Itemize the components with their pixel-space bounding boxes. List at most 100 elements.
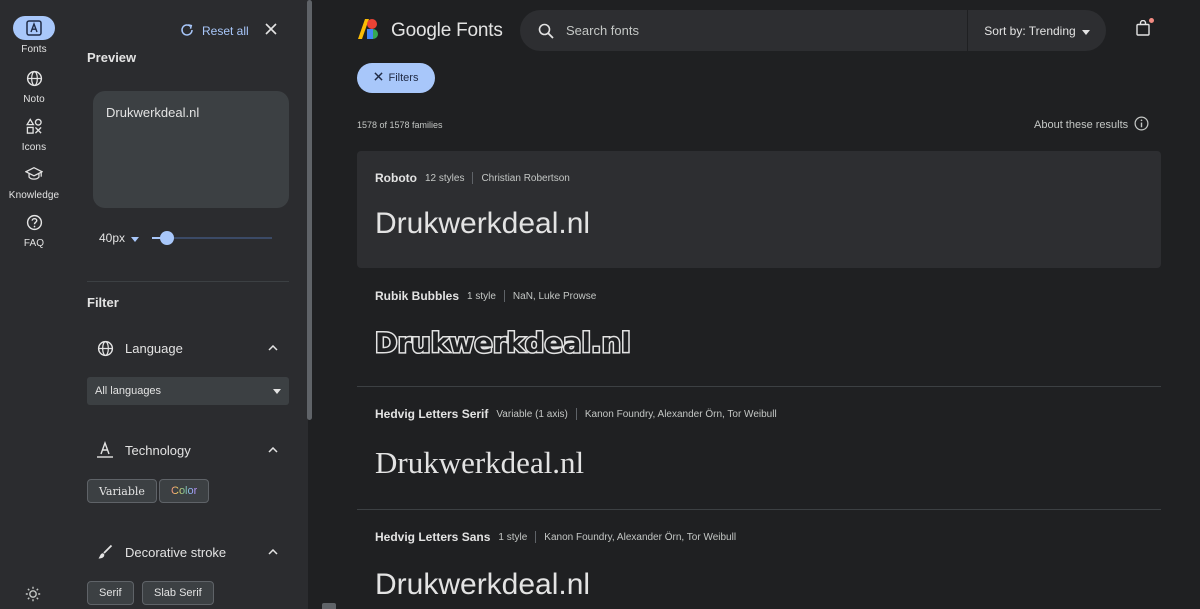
- font-name: Roboto: [375, 171, 417, 185]
- help-icon: [19, 210, 49, 234]
- nav-rail: Fonts Noto Icons Knowledge FAQ: [0, 0, 68, 609]
- main-content: Google Fonts Sort by: Trending Filters 1…: [312, 0, 1200, 609]
- font-size-slider[interactable]: [152, 231, 272, 245]
- color-chip[interactable]: Color: [159, 479, 210, 503]
- results-count: 1578 of 1578 families: [357, 120, 443, 130]
- filter-heading: Filter: [87, 295, 119, 310]
- rail-item-icons[interactable]: Icons: [0, 114, 68, 153]
- language-section-title: Language: [125, 340, 183, 356]
- font-name: Rubik Bubbles: [375, 289, 460, 303]
- school-icon: [19, 162, 49, 186]
- google-fonts-logo-icon: [357, 18, 381, 45]
- font-card-meta: Rubik Bubbles 1 style NaN, Luke Prowse: [375, 289, 596, 303]
- caret-down-icon: [273, 385, 281, 397]
- close-icon: [265, 22, 277, 40]
- font-styles: 12 styles: [424, 172, 465, 184]
- slider-thumb[interactable]: [160, 231, 174, 245]
- search-icon: [528, 23, 564, 39]
- rail-item-faq[interactable]: FAQ: [0, 210, 68, 249]
- reset-all-label: Reset all: [202, 24, 249, 38]
- caret-down-icon: [1081, 24, 1090, 38]
- font-a-icon: [13, 16, 55, 40]
- font-sample: Drukwerkdeal.nl: [374, 327, 632, 361]
- rail-item-fonts[interactable]: Fonts: [0, 16, 68, 55]
- serif-chip[interactable]: Serif: [87, 581, 134, 605]
- font-card-rubik-bubbles[interactable]: Rubik Bubbles 1 style NaN, Luke Prowse D…: [357, 268, 1161, 386]
- search-input[interactable]: [564, 23, 967, 38]
- meta-separator: [472, 172, 474, 184]
- font-size-value: 40px: [99, 231, 126, 245]
- font-technology-icon: [93, 441, 117, 459]
- font-styles: 1 style: [467, 290, 496, 302]
- font-card-meta: Roboto 12 styles Christian Robertson: [375, 171, 570, 185]
- font-size-select[interactable]: 40px: [99, 231, 140, 245]
- brush-icon: [93, 544, 117, 560]
- language-section-header[interactable]: Language: [87, 336, 289, 360]
- caret-down-icon: [131, 231, 140, 245]
- search-bar: Sort by: Trending: [520, 10, 1106, 51]
- filters-label: Filters: [388, 72, 419, 84]
- light-mode-icon[interactable]: [22, 583, 44, 605]
- close-icon: [373, 72, 383, 84]
- rail-label-faq: FAQ: [23, 238, 45, 249]
- close-panel-button[interactable]: [262, 22, 280, 40]
- rail-label-noto: Noto: [23, 94, 45, 105]
- meta-separator: [575, 408, 577, 420]
- font-author: Kanon Foundry, Alexander Örn, Tor Weibul…: [544, 531, 737, 543]
- font-card-hedvig-letters-sans[interactable]: Hedvig Letters Sans 1 style Kanon Foundr…: [357, 510, 1161, 609]
- font-author: NaN, Luke Prowse: [512, 290, 597, 302]
- refresh-icon: [180, 23, 194, 40]
- meta-separator: [535, 531, 537, 543]
- sort-label: Sort by: Trending: [984, 23, 1076, 38]
- rail-item-noto[interactable]: Noto: [0, 66, 68, 105]
- notification-dot: [1149, 18, 1154, 23]
- font-name: Hedvig Letters Serif: [375, 407, 489, 421]
- logo-text: Google Fonts: [391, 20, 503, 41]
- rail-item-knowledge[interactable]: Knowledge: [0, 162, 68, 201]
- font-card-hedvig-letters-serif[interactable]: Hedvig Letters Serif Variable (1 axis) K…: [357, 387, 1161, 509]
- panel-divider: [87, 281, 289, 282]
- font-name: Hedvig Letters Sans: [375, 530, 491, 544]
- font-card-meta: Hedvig Letters Sans 1 style Kanon Foundr…: [375, 530, 736, 544]
- shopping-bag-button[interactable]: [1134, 18, 1154, 39]
- slab-serif-chip[interactable]: Slab Serif: [142, 581, 214, 605]
- preview-text-input[interactable]: Drukwerkdeal.nl: [93, 91, 289, 208]
- font-sample: Drukwerkdeal.nl: [375, 445, 585, 480]
- language-select-value: All languages: [95, 385, 162, 397]
- decorative-stroke-section-title: Decorative stroke: [125, 544, 227, 560]
- google-fonts-logo[interactable]: Google Fonts: [357, 18, 503, 44]
- filters-button[interactable]: Filters: [357, 63, 435, 93]
- info-icon: [1134, 116, 1149, 134]
- chevron-up-icon: [265, 549, 281, 555]
- chevron-up-icon: [265, 345, 281, 351]
- meta-separator: [503, 290, 505, 302]
- font-styles: Variable (1 axis): [496, 408, 568, 420]
- technology-section-title: Technology: [125, 442, 191, 458]
- variable-chip[interactable]: Variable: [87, 479, 157, 503]
- font-author: Christian Robertson: [481, 172, 570, 184]
- about-results-link[interactable]: About these results: [1034, 116, 1149, 134]
- filter-panel: Reset all Preview Drukwerkdeal.nl 40px F…: [68, 0, 308, 609]
- globe-icon: [93, 340, 117, 357]
- rail-label-knowledge: Knowledge: [8, 190, 60, 201]
- language-select[interactable]: All languages: [87, 377, 289, 405]
- font-author: Kanon Foundry, Alexander Örn, Tor Weibul…: [584, 408, 777, 420]
- decorative-stroke-section-header[interactable]: Decorative stroke: [87, 540, 289, 564]
- color-chip-label: Color: [171, 485, 198, 497]
- reset-all-button[interactable]: Reset all: [180, 22, 249, 40]
- font-sample: Drukwerkdeal.nl: [375, 207, 591, 240]
- shapes-icon: [19, 114, 49, 138]
- rail-label-fonts: Fonts: [21, 44, 47, 55]
- technology-section-header[interactable]: Technology: [87, 438, 289, 462]
- globe-icon: [19, 66, 49, 90]
- chevron-up-icon: [265, 447, 281, 453]
- sort-dropdown[interactable]: Sort by: Trending: [968, 24, 1106, 38]
- about-results-label: About these results: [1034, 119, 1129, 131]
- font-card-roboto[interactable]: Roboto 12 styles Christian Robertson Dru…: [357, 151, 1161, 268]
- rail-label-icons: Icons: [21, 142, 47, 153]
- font-card-meta: Hedvig Letters Serif Variable (1 axis) K…: [375, 407, 777, 421]
- font-styles: 1 style: [498, 531, 528, 543]
- scroll-handle[interactable]: [322, 603, 336, 609]
- font-sample: Drukwerkdeal.nl: [375, 568, 591, 601]
- preview-heading: Preview: [87, 50, 137, 65]
